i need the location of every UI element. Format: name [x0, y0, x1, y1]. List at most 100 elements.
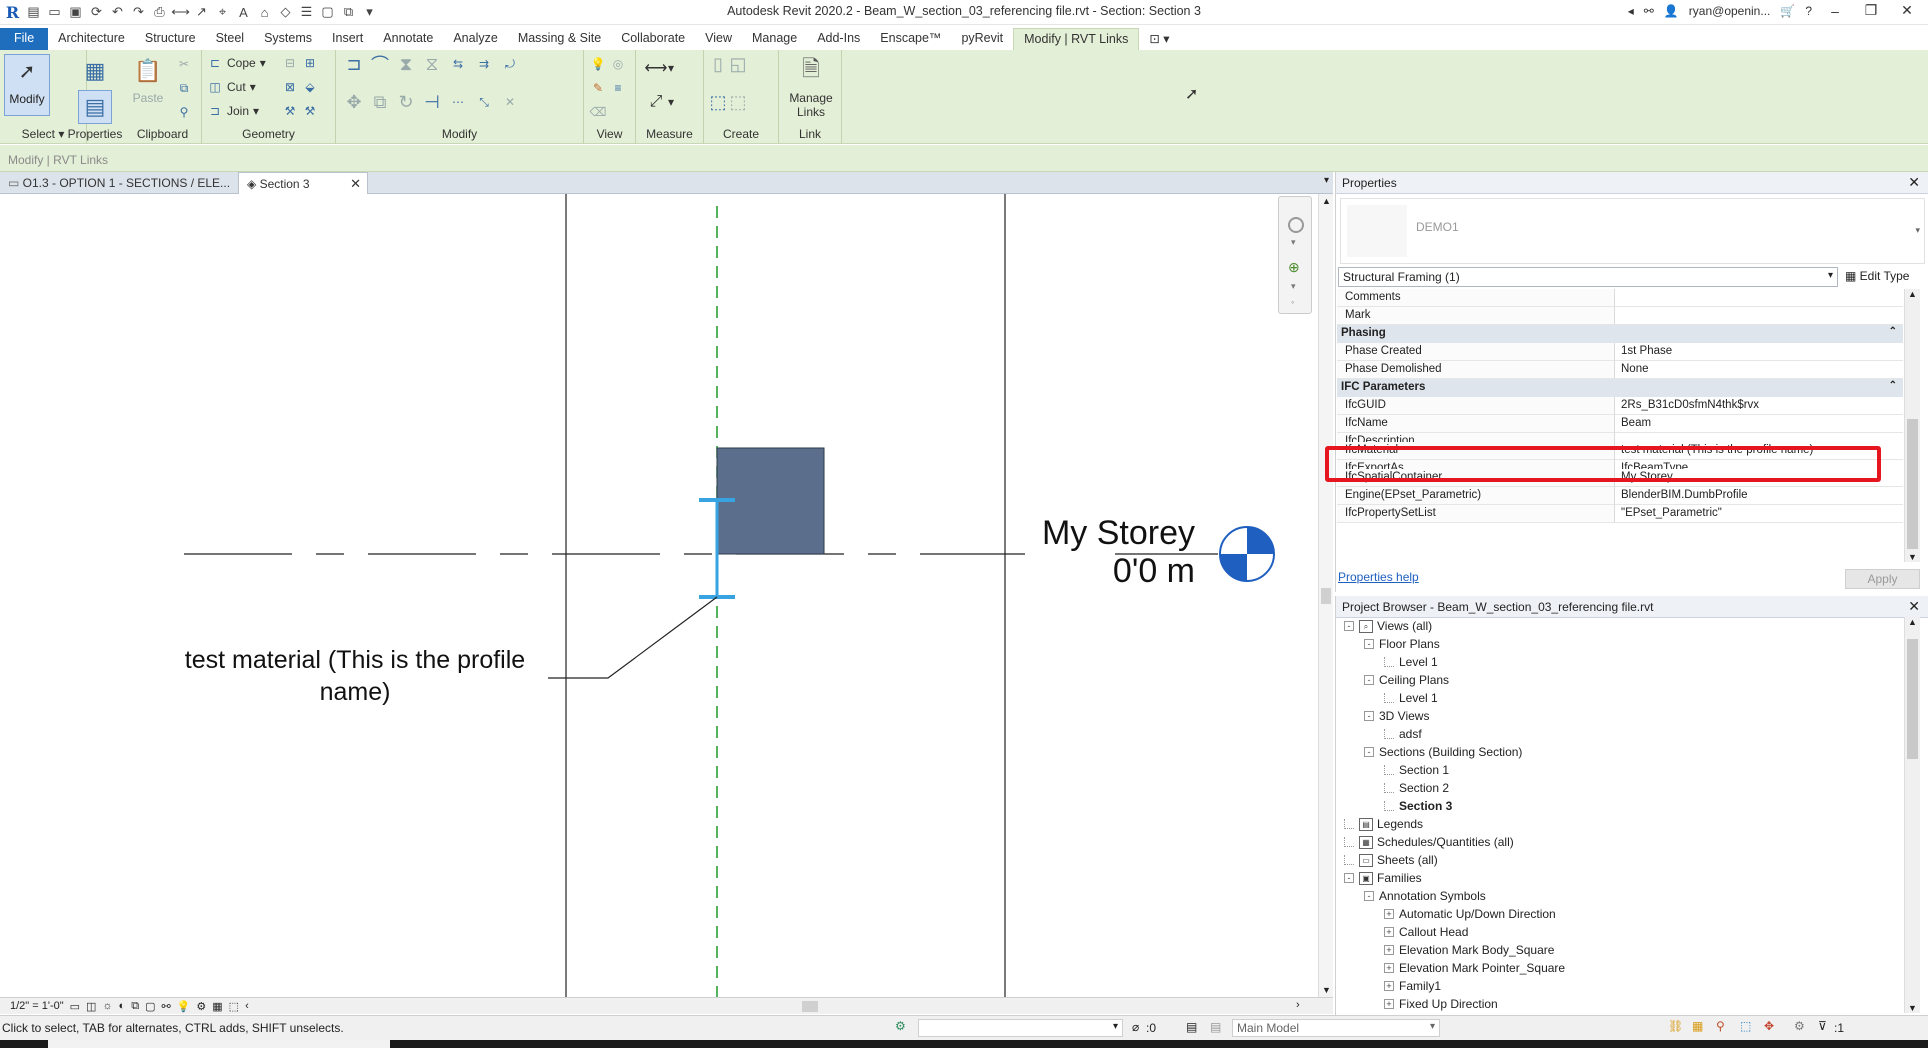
ribbon-tab-steel[interactable]: Steel: [206, 28, 255, 50]
expand-node-icon[interactable]: +: [1384, 963, 1394, 973]
property-row[interactable]: IfcGUID 2Rs_B31cD0sfmN4thk$rvx: [1337, 397, 1903, 415]
browser-node[interactable]: Section 1: [1384, 761, 1449, 779]
material-tag-line-1[interactable]: test material (This is the profile: [150, 646, 560, 675]
category-selector[interactable]: Structural Framing (1) ▾: [1338, 267, 1838, 287]
ribbon-tab-massing-site[interactable]: Massing & Site: [508, 28, 611, 50]
create-assembly-icon[interactable]: ▯: [710, 54, 726, 74]
cope-button[interactable]: ⊏ Cope ▾: [207, 55, 266, 71]
copy-small-icon[interactable]: ⇉: [476, 56, 492, 72]
exclude-options-icon[interactable]: ▤: [1210, 1020, 1221, 1034]
shadows-icon[interactable]: ◐: [119, 1000, 126, 1012]
ribbon-tab-collaborate[interactable]: Collaborate: [611, 28, 695, 50]
workset-dropdown[interactable]: ▾: [918, 1019, 1123, 1037]
browser-node[interactable]: Level 1: [1384, 653, 1438, 671]
design-options-icon[interactable]: ▤: [1186, 1020, 1197, 1034]
customize-qat-icon[interactable]: ▾: [361, 4, 378, 21]
steering-wheel-icon[interactable]: [1288, 217, 1304, 233]
property-row[interactable]: Phase Demolished None: [1337, 361, 1903, 379]
zoom-region-icon[interactable]: ⊕: [1288, 259, 1300, 276]
tab-section-3[interactable]: ◈ Section 3 ✕: [238, 172, 368, 194]
level-head-icon[interactable]: [1219, 526, 1275, 582]
canvas-vertical-scrollbar[interactable]: ▲ ▼: [1318, 194, 1333, 997]
sync-icon[interactable]: ⟳: [88, 4, 105, 21]
browser-node[interactable]: - ⌕ Views (all): [1344, 617, 1432, 635]
highlight-displacement-icon[interactable]: ⬚: [229, 1000, 239, 1013]
browser-node[interactable]: + Fixed Up Direction: [1384, 995, 1498, 1013]
worksharing-monitor-icon[interactable]: ⚙: [895, 1019, 906, 1033]
view-scale[interactable]: 1/2" = 1'-0": [10, 1000, 64, 1012]
ribbon-tab-pyrevit[interactable]: pyRevit: [951, 28, 1013, 50]
measure-between-button[interactable]: ⟷ ▾: [645, 60, 675, 77]
mirror-axis-icon[interactable]: ⧗: [398, 54, 414, 74]
type-selector-dropdown-icon[interactable]: ▾: [1915, 225, 1920, 236]
browser-scroll-up-icon[interactable]: ▲: [1908, 617, 1917, 627]
trim-icon[interactable]: ⊣: [424, 92, 440, 112]
properties-scroll-up-icon[interactable]: ▲: [1908, 289, 1917, 299]
h-scroll-thumb[interactable]: [802, 1001, 818, 1012]
save-icon[interactable]: ▣: [67, 4, 84, 21]
override-icon[interactable]: ◎: [610, 56, 626, 72]
browser-node[interactable]: - Annotation Symbols: [1364, 887, 1486, 905]
crop-view-icon[interactable]: ⧉: [131, 1000, 139, 1013]
move-small-icon[interactable]: ⇆: [450, 56, 466, 72]
browser-node[interactable]: - ▣ Families: [1344, 869, 1422, 887]
print-icon[interactable]: ⎙: [151, 4, 168, 21]
properties-help-link[interactable]: Properties help: [1338, 570, 1419, 584]
reveal-hidden-icon[interactable]: 💡: [177, 1000, 191, 1013]
drag-elements-icon[interactable]: ✥: [1764, 1019, 1774, 1033]
property-row[interactable]: IfcPropertySetList "EPset_Parametric": [1337, 505, 1903, 523]
close-tab-icon[interactable]: ✕: [350, 176, 361, 192]
background-process-icon[interactable]: ⚙: [1794, 1019, 1805, 1033]
arrow-icon[interactable]: ◂: [1628, 4, 1634, 18]
collapse-group-icon[interactable]: ⌃: [1889, 380, 1897, 391]
split-face-icon[interactable]: ⊠: [282, 79, 298, 95]
scroll-thumb[interactable]: [1321, 588, 1331, 604]
properties-scrollbar[interactable]: ▲ ▼: [1904, 289, 1920, 562]
scale-icon[interactable]: ⤡: [476, 94, 492, 110]
property-row[interactable]: Mark: [1337, 307, 1903, 325]
ribbon-tab-file[interactable]: File: [0, 28, 49, 50]
copy-move-icon[interactable]: ⧉: [372, 92, 388, 112]
select-underlay-icon[interactable]: ▦: [1692, 1019, 1703, 1033]
property-group[interactable]: IFC Parameters ⌃: [1337, 379, 1903, 397]
browser-node[interactable]: Section 3: [1384, 797, 1452, 815]
properties-scroll-down-icon[interactable]: ▼: [1908, 552, 1917, 562]
tab-menu-icon[interactable]: ▾: [1324, 175, 1329, 186]
view-bar-left-icon[interactable]: ‹: [245, 1000, 249, 1012]
linework-icon[interactable]: ✎: [590, 80, 606, 96]
cut-clipboard-button[interactable]: ✂: [176, 56, 192, 72]
measure-icon[interactable]: ⟷: [171, 4, 190, 21]
eraser-icon[interactable]: ⌫: [590, 104, 607, 120]
dimension-icon[interactable]: ↗: [193, 4, 210, 21]
drawing-canvas[interactable]: test material (This is the profile name)…: [0, 194, 1318, 997]
analytical-model-icon[interactable]: ▦: [212, 1000, 222, 1013]
level-elevation-label[interactable]: 0'0 m: [1020, 552, 1195, 591]
editable-only-icon[interactable]: ⌀: [1132, 1020, 1139, 1034]
close-browser-icon[interactable]: ✕: [1908, 598, 1920, 615]
redo-icon[interactable]: ↷: [130, 4, 147, 21]
property-value[interactable]: None: [1615, 361, 1903, 379]
manage-links-button[interactable]: 🗎 Manage Links: [783, 54, 839, 119]
browser-node[interactable]: ▤ Legends: [1344, 815, 1423, 833]
type-properties-button[interactable]: ▦: [68, 54, 122, 91]
browser-node[interactable]: adsf: [1384, 725, 1422, 743]
contextual-tab-toggle-icon[interactable]: ⊡ ▾: [1139, 28, 1179, 50]
worksharing-icon[interactable]: ⚙: [196, 1000, 206, 1013]
user-icon[interactable]: 👤: [1664, 4, 1679, 18]
edit-type-button[interactable]: ▦ Edit Type: [1843, 267, 1923, 287]
property-row[interactable]: Phase Created 1st Phase: [1337, 343, 1903, 361]
delete-icon[interactable]: ✕: [502, 94, 518, 110]
select-by-face-icon[interactable]: ⬚: [1740, 1019, 1751, 1033]
rotate-small-icon[interactable]: ⤾: [502, 56, 518, 72]
collapse-group-icon[interactable]: ⌃: [1889, 326, 1897, 337]
expand-node-icon[interactable]: +: [1384, 909, 1394, 919]
collapse-node-icon[interactable]: -: [1344, 873, 1354, 883]
match-type-button[interactable]: ⚲: [176, 104, 192, 120]
open-icon[interactable]: ▭: [46, 4, 63, 21]
show-crop-icon[interactable]: ▢: [145, 1000, 155, 1013]
select-links-icon[interactable]: ⛓: [1668, 1019, 1683, 1033]
demolish-icon[interactable]: ⚒: [282, 103, 298, 119]
browser-scroll-thumb[interactable]: [1907, 639, 1918, 759]
expand-node-icon[interactable]: +: [1384, 999, 1394, 1009]
ribbon-tab-add-ins[interactable]: Add-Ins: [807, 28, 870, 50]
